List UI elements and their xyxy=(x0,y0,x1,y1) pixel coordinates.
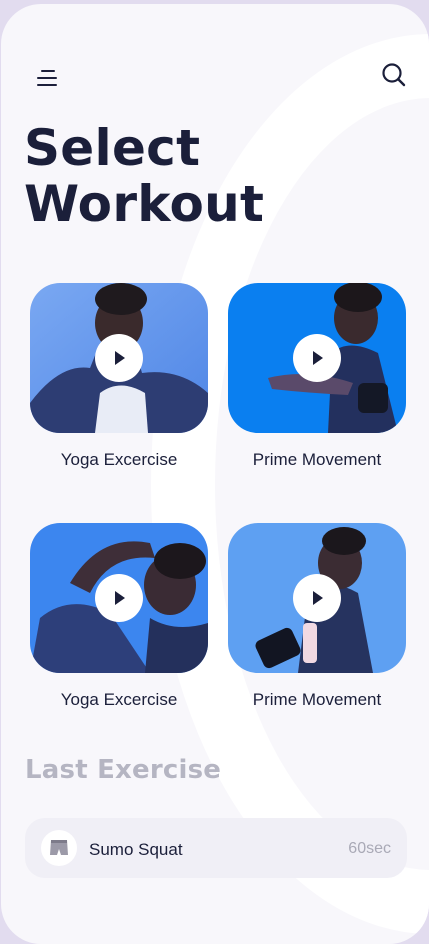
last-exercise-heading: Last Exercise xyxy=(25,755,222,785)
workout-card-yoga-2[interactable]: Yoga Excercise xyxy=(30,523,208,710)
page-title-line-1: Select xyxy=(24,119,201,177)
workout-label: Prime Movement xyxy=(252,450,382,469)
page-title-line-2: Workout xyxy=(24,175,265,233)
workout-thumbnail xyxy=(30,523,208,673)
last-exercise-item[interactable]: Sumo Squat 60sec xyxy=(25,818,407,878)
workout-label: Yoga Excercise xyxy=(60,690,178,709)
shorts-icon xyxy=(41,830,77,866)
top-bar xyxy=(1,4,429,124)
app-screen: Select Workout Yoga Excercise Prime Move… xyxy=(1,4,429,944)
exercise-name: Sumo Squat xyxy=(89,840,183,859)
workout-card-prime-2[interactable]: Prime Movement xyxy=(228,523,406,710)
workout-card-prime-1[interactable]: Prime Movement xyxy=(228,283,406,470)
workout-card-yoga-1[interactable]: Yoga Excercise xyxy=(30,283,208,470)
workout-thumbnail xyxy=(30,283,208,433)
search-icon[interactable] xyxy=(381,62,407,88)
workout-thumbnail xyxy=(228,283,406,433)
page-title: Select Workout xyxy=(24,120,264,232)
workout-label: Prime Movement xyxy=(252,690,382,709)
play-icon[interactable] xyxy=(293,334,341,382)
menu-icon[interactable] xyxy=(35,66,59,90)
exercise-duration: 60sec xyxy=(348,840,391,857)
workout-label: Yoga Excercise xyxy=(60,450,178,469)
play-icon[interactable] xyxy=(293,574,341,622)
play-icon[interactable] xyxy=(95,334,143,382)
workout-thumbnail xyxy=(228,523,406,673)
play-icon[interactable] xyxy=(95,574,143,622)
